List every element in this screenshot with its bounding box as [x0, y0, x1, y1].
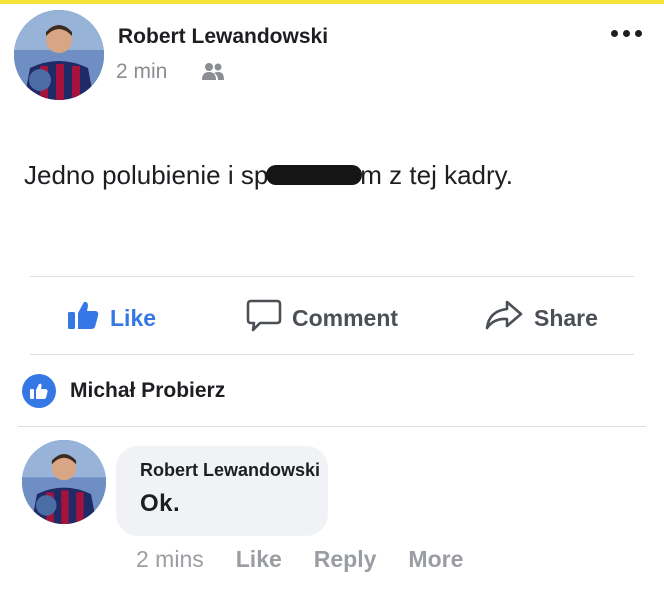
comment-label: Comment: [292, 304, 399, 331]
comment-actions: 2 mins Like Reply More: [136, 546, 463, 573]
share-label: Share: [534, 304, 598, 331]
thumbs-up-icon: [66, 299, 100, 337]
divider: [18, 426, 646, 427]
post-time[interactable]: 2 min: [116, 60, 167, 84]
reactions-summary[interactable]: Michał Probierz: [22, 374, 225, 408]
friends-icon: [201, 62, 225, 82]
comment-bubble: Robert Lewandowski Ok.: [116, 446, 328, 536]
share-arrow-icon: [484, 299, 524, 337]
comment-like-button[interactable]: Like: [236, 546, 282, 573]
post-text-start: Jedno polubienie i sp: [24, 160, 269, 190]
post-author-name[interactable]: Robert Lewandowski: [118, 25, 328, 49]
post-author-avatar[interactable]: [14, 10, 104, 100]
comment-more-button[interactable]: More: [408, 546, 463, 573]
comment-reply-button[interactable]: Reply: [314, 546, 377, 573]
post-text-end: m z tej kadry.: [360, 160, 513, 190]
post-text: Jedno polubienie i sp m z tej kadry.: [24, 160, 513, 191]
redaction-bar: [266, 165, 363, 186]
divider: [30, 276, 634, 277]
like-reaction-icon: [22, 374, 56, 408]
comment-time[interactable]: 2 mins: [136, 546, 204, 573]
reactor-name: Michał Probierz: [70, 379, 226, 402]
post-meta: 2 min: [116, 60, 225, 84]
more-options-icon[interactable]: [611, 30, 642, 37]
top-border: [0, 0, 664, 4]
comment-text: Ok.: [140, 490, 181, 517]
comment-author-avatar[interactable]: [22, 440, 106, 524]
divider: [30, 354, 634, 355]
comment-author-name[interactable]: Robert Lewandowski: [140, 460, 320, 481]
share-button[interactable]: Share: [484, 300, 598, 336]
comment-icon: [246, 298, 282, 338]
like-label: Like: [110, 304, 157, 331]
comment-button[interactable]: Comment: [246, 298, 399, 338]
like-button[interactable]: Like: [66, 300, 156, 336]
